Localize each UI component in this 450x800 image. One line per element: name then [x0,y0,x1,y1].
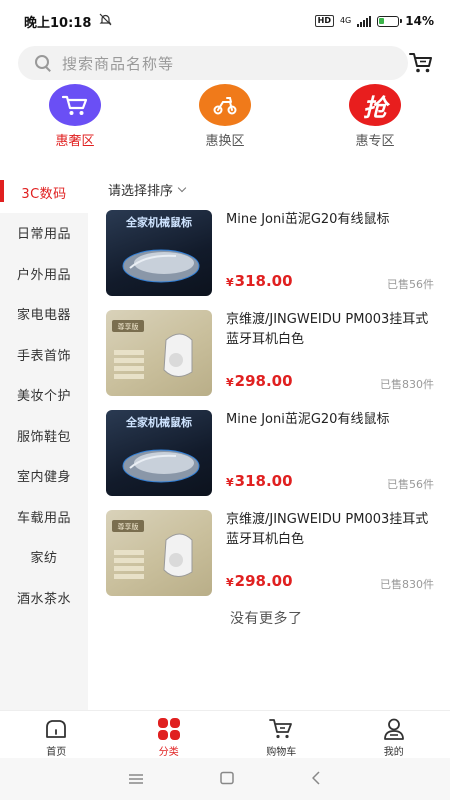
sidebar-item-fitness[interactable]: 室内健身 [0,456,88,497]
mouse-image: 全家机械鼠标 [106,210,212,296]
no-more-text: 没有更多了 [230,611,303,627]
product-sold: 已售56件 [387,278,434,291]
sort-label: 请选择排序 [108,184,174,199]
bottom-nav: 首页 分类 购物车 我的 [0,710,450,758]
product-title: Mine Joni茁泥G20有线鼠标 [226,212,390,227]
zone-exchange[interactable]: 惠换区 [185,84,265,149]
category-icon [157,718,180,740]
zone-luxury[interactable]: 惠奢区 [35,84,115,149]
zone-label: 惠奢区 [55,134,95,149]
product-price: ¥318.00 [226,472,293,490]
zone-special[interactable]: 抢 惠专区 [335,84,415,149]
chevron-down-icon [177,183,187,192]
nav-label: 购物车 [266,747,297,758]
product-sold: 已售56件 [387,478,434,491]
signal-icon [357,15,372,27]
back-icon[interactable] [310,770,322,789]
user-icon [383,718,404,740]
earphone-image: 尊享版 [106,510,212,596]
cart-icon [269,719,293,739]
product-price: ¥298.00 [226,372,293,390]
product-title: 京维渡/JINGWEIDU PM003挂耳式蓝牙耳机白色 [226,512,429,547]
product-title: Mine Joni茁泥G20有线鼠标 [226,412,390,427]
sidebar-item-textile[interactable]: 家纺 [0,537,88,578]
battery-percent: 14% [405,14,434,28]
zone-selector: 惠奢区 惠换区 抢 惠专区 [0,84,450,150]
shopping-cart-icon[interactable] [408,50,434,76]
product-card[interactable]: 全家机械鼠标 Mine Joni茁泥G20有线鼠标 ¥318.00 已售56件 [106,410,442,500]
product-card[interactable]: 全家机械鼠标 Mine Joni茁泥G20有线鼠标 ¥318.00 已售56件 [106,210,442,300]
sidebar-item-drinks[interactable]: 酒水茶水 [0,577,88,618]
battery-icon [377,15,403,27]
sidebar-item-apparel[interactable]: 服饰鞋包 [0,415,88,456]
sidebar-item-beauty[interactable]: 美妆个护 [0,375,88,416]
product-title: 京维渡/JINGWEIDU PM003挂耳式蓝牙耳机白色 [226,312,429,347]
product-price: ¥298.00 [226,572,293,590]
status-indicators: HD 4G 14% [314,14,434,28]
cart-icon [49,84,101,126]
nav-home[interactable]: 首页 [0,711,113,758]
grab-icon: 抢 [349,84,401,126]
status-bar: 晚上10:18 HD 4G 14% [0,0,450,42]
status-time: 晚上10:18 [24,15,92,31]
zone-label: 惠换区 [205,134,245,149]
nav-label: 我的 [383,747,404,758]
nav-category[interactable]: 分类 [113,711,226,758]
hd-badge: HD [314,15,334,27]
product-image-text: 尊享版 [118,522,139,531]
search-icon [34,54,52,72]
sidebar-item-daily[interactable]: 日常用品 [0,213,88,254]
menu-icon[interactable] [128,770,144,789]
search-placeholder: 搜索商品名称等 [62,54,175,73]
search-input[interactable]: 搜索商品名称等 [18,46,408,80]
product-sold: 已售830件 [380,378,434,391]
search-row: 搜索商品名称等 [0,44,450,84]
earphone-image: 尊享版 [106,310,212,396]
nav-cart[interactable]: 购物车 [225,711,338,758]
mouse-image: 全家机械鼠标 [106,410,212,496]
product-list: 请选择排序 全家机械鼠标 Mine Joni茁泥G20有线鼠标 ¥318.00 … [88,172,450,710]
bell-off-icon [99,13,112,29]
system-nav-bar [0,758,450,800]
sidebar-item-appliances[interactable]: 家电电器 [0,294,88,335]
product-card[interactable]: 尊享版 京维渡/JINGWEIDU PM003挂耳式蓝牙耳机白色 ¥298.00… [106,310,442,400]
sidebar-item-outdoor[interactable]: 户外用品 [0,253,88,294]
grab-text: 抢 [363,93,387,122]
scooter-icon [199,84,251,126]
nav-label: 首页 [46,747,67,758]
sort-dropdown[interactable]: 请选择排序 [108,180,187,199]
nav-mine[interactable]: 我的 [338,711,450,758]
home-icon [46,720,67,738]
product-image-text: 全家机械鼠标 [125,415,192,429]
product-image-text: 全家机械鼠标 [125,215,192,229]
product-sold: 已售830件 [380,578,434,591]
product-price: ¥318.00 [226,272,293,290]
category-sidebar: 3C数码 日常用品 户外用品 家电电器 手表首饰 美妆个护 服饰鞋包 室内健身 … [0,172,88,710]
network-type: 4G [339,16,352,25]
sidebar-item-watches[interactable]: 手表首饰 [0,334,88,375]
product-card[interactable]: 尊享版 京维渡/JINGWEIDU PM003挂耳式蓝牙耳机白色 ¥298.00… [106,510,442,600]
sidebar-item-car[interactable]: 车载用品 [0,496,88,537]
product-image-text: 尊享版 [118,322,139,331]
zone-label: 惠专区 [355,134,395,149]
nav-label: 分类 [158,747,179,758]
home-square-icon[interactable] [219,770,235,789]
sidebar-item-3c[interactable]: 3C数码 [0,172,88,213]
